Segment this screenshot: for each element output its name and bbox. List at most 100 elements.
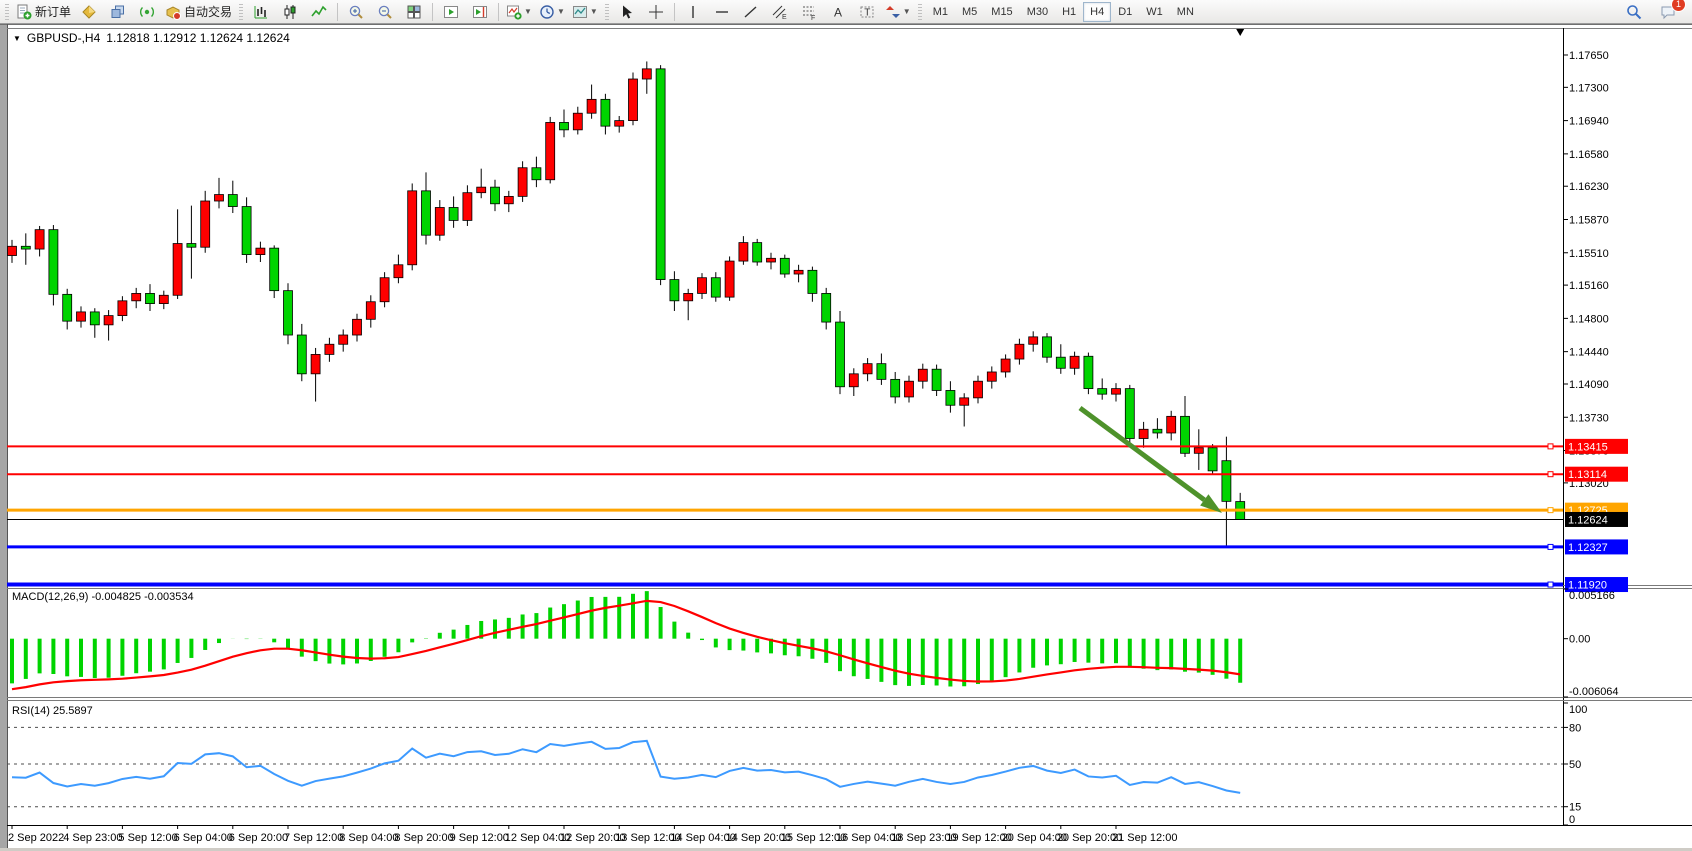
- signals-button[interactable]: [133, 1, 161, 23]
- vertical-line-tool-button[interactable]: [679, 1, 707, 23]
- line-anchor-handle[interactable]: [1548, 444, 1553, 449]
- window-left-border: [0, 24, 7, 851]
- candle-body: [1167, 416, 1176, 433]
- line-anchor-handle[interactable]: [1548, 508, 1553, 513]
- toolbar-grip[interactable]: [239, 4, 243, 20]
- chart-shift-button[interactable]: [466, 1, 494, 23]
- indicators-icon: [506, 4, 522, 20]
- candle-body: [822, 293, 831, 322]
- candle-body: [491, 187, 500, 204]
- zoom-out-button[interactable]: [371, 1, 399, 23]
- toolbar-grip[interactable]: [605, 4, 609, 20]
- rsi-indicator-label: RSI(14) 25.5897: [12, 705, 93, 717]
- candle-body: [987, 372, 996, 381]
- chart-title[interactable]: ▼ GBPUSD-,H4 1.12818 1.12912 1.12624 1.1…: [13, 31, 290, 45]
- macd-tick-label: 0.005166: [1569, 590, 1615, 602]
- candle-body: [104, 316, 113, 325]
- chart-canvas[interactable]: 1.176501.173001.169401.165801.162301.158…: [0, 0, 1692, 851]
- timeframe-m15-button[interactable]: M15: [984, 2, 1019, 22]
- timeframe-m1-button[interactable]: M1: [926, 2, 955, 22]
- chart-background: [7, 28, 1692, 825]
- candle-body: [946, 390, 955, 405]
- arrows-icon: [885, 4, 901, 20]
- fibonacci-tool-button[interactable]: F: [795, 1, 823, 23]
- macd-tick-label: -0.006064: [1569, 686, 1619, 698]
- line-anchor-handle[interactable]: [1548, 582, 1553, 587]
- tile-windows-button[interactable]: [400, 1, 428, 23]
- candle-body: [711, 278, 720, 297]
- bar-chart-mode-button[interactable]: [247, 1, 275, 23]
- notifications-button[interactable]: 1: [1654, 1, 1682, 23]
- indicators-button[interactable]: ▼: [503, 1, 535, 23]
- cursor-tool-button[interactable]: [613, 1, 641, 23]
- zoom-in-icon: [348, 4, 364, 20]
- candle-body: [394, 265, 403, 278]
- candle-body: [960, 398, 969, 405]
- timeframe-m5-button[interactable]: M5: [955, 2, 984, 22]
- trendline-tool-button[interactable]: [737, 1, 765, 23]
- zoom-out-icon: [377, 4, 393, 20]
- new-chart-icon: [81, 4, 97, 20]
- candle-body: [767, 258, 776, 262]
- candle-body: [642, 69, 651, 79]
- equidistant-channel-icon: E: [772, 4, 788, 20]
- profiles-button[interactable]: [104, 1, 132, 23]
- candle-body: [201, 201, 210, 247]
- candle-body: [256, 248, 265, 254]
- periods-button[interactable]: ▼: [536, 1, 568, 23]
- candle-body: [1194, 448, 1203, 454]
- fibonacci-icon: F: [801, 4, 817, 20]
- rsi-tick-label: 0: [1569, 814, 1575, 826]
- auto-scroll-button[interactable]: [437, 1, 465, 23]
- candle-body: [932, 369, 941, 390]
- line-chart-mode-button[interactable]: [305, 1, 333, 23]
- timeframe-m30-button[interactable]: M30: [1020, 2, 1055, 22]
- line-chart-icon: [311, 4, 327, 20]
- price-tick-label: 1.16580: [1569, 149, 1609, 161]
- zoom-in-button[interactable]: [342, 1, 370, 23]
- svg-text:F: F: [811, 15, 815, 20]
- timeframe-mn-button[interactable]: MN: [1170, 2, 1201, 22]
- candle-body: [187, 244, 196, 248]
- timeframe-group: M1M5M15M30H1H4D1W1MN: [926, 2, 1201, 22]
- candle-body: [1084, 356, 1093, 388]
- timeframe-w1-button[interactable]: W1: [1139, 2, 1170, 22]
- horizontal-line-tool-button[interactable]: [708, 1, 736, 23]
- candle-body: [380, 278, 389, 302]
- candle-body: [849, 374, 858, 387]
- new-chart-button[interactable]: [75, 1, 103, 23]
- new-order-button[interactable]: 新订单: [13, 1, 74, 23]
- toolbar-grip[interactable]: [5, 4, 9, 20]
- crosshair-tool-button[interactable]: [642, 1, 670, 23]
- timeframe-d1-button[interactable]: D1: [1111, 2, 1139, 22]
- candle-body: [422, 191, 431, 235]
- timeframe-h4-button[interactable]: H4: [1083, 2, 1111, 22]
- templates-button[interactable]: ▼: [569, 1, 601, 23]
- toolbar-grip[interactable]: [918, 4, 922, 20]
- candle-body: [90, 312, 99, 325]
- candle-body: [366, 302, 375, 320]
- signals-icon: [139, 4, 155, 20]
- candle-body: [905, 381, 914, 397]
- equidistant-channel-tool-button[interactable]: E: [766, 1, 794, 23]
- candle-body: [325, 344, 334, 354]
- candlestick-mode-button[interactable]: [276, 1, 304, 23]
- candle-body: [477, 187, 486, 193]
- text-tool-button[interactable]: A: [824, 1, 852, 23]
- candle-body: [974, 381, 983, 398]
- arrows-tool-button[interactable]: ▼: [882, 1, 914, 23]
- candle-body: [560, 122, 569, 129]
- chart-menu-triangle-icon[interactable]: ▼: [13, 34, 21, 43]
- chart-ohlc-readout: 1.12818 1.12912 1.12624 1.12624: [106, 31, 290, 45]
- timeframe-h1-button[interactable]: H1: [1055, 2, 1083, 22]
- autotrading-button[interactable]: 自动交易: [162, 1, 235, 23]
- crosshair-icon: [648, 4, 664, 20]
- text-label-tool-button[interactable]: T: [853, 1, 881, 23]
- candle-body: [836, 322, 845, 387]
- line-anchor-handle[interactable]: [1548, 544, 1553, 549]
- time-axis-label: 4 Sep 23:00: [63, 832, 122, 844]
- chevron-down-icon: ▼: [557, 7, 565, 16]
- price-tick-label: 1.16940: [1569, 116, 1609, 128]
- search-button[interactable]: [1620, 1, 1648, 23]
- line-anchor-handle[interactable]: [1548, 472, 1553, 477]
